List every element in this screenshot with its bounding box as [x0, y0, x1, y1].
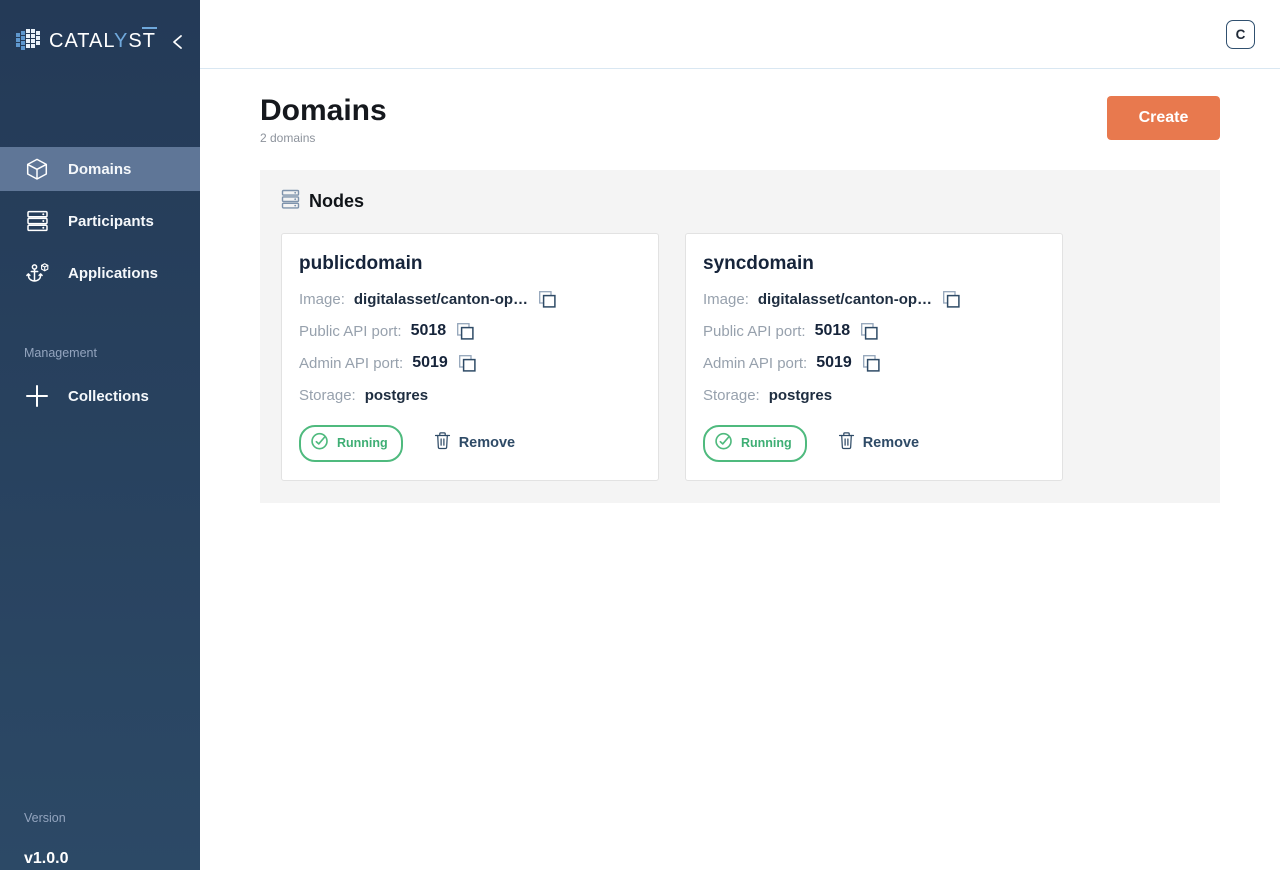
admin-api-value: 5019: [412, 354, 448, 372]
copy-icon[interactable]: [862, 354, 881, 373]
card-footer: Running: [703, 425, 1045, 462]
node-cards: publicdomain Image: digitalasset/canton-…: [281, 233, 1199, 481]
main-area: C Domains 2 domains Create: [200, 0, 1280, 870]
public-api-row: Public API port: 5018: [299, 321, 641, 342]
trash-icon: [434, 431, 451, 455]
management-section-label: Management: [24, 346, 200, 360]
node-title: syncdomain: [703, 253, 1045, 275]
sidebar-item-label: Participants: [68, 213, 154, 230]
domain-count: 2 domains: [260, 131, 387, 145]
sidebar-nav: Domains Participants: [0, 147, 200, 426]
trash-icon: [838, 431, 855, 455]
image-row: Image: digitalasset/canton-op…: [703, 289, 1045, 310]
copy-icon[interactable]: [538, 290, 557, 309]
copy-icon[interactable]: [860, 322, 879, 341]
copy-icon[interactable]: [456, 322, 475, 341]
user-avatar-button[interactable]: C: [1226, 20, 1255, 49]
public-api-row: Public API port: 5018: [703, 321, 1045, 342]
copy-icon[interactable]: [942, 290, 961, 309]
plus-icon: [23, 383, 51, 409]
sidebar-item-collections[interactable]: Collections: [0, 374, 200, 418]
version-block: Version v1.0.0: [0, 811, 200, 870]
cube-icon: [23, 157, 51, 182]
content: Domains 2 domains Create: [200, 69, 1280, 503]
page-title: Domains: [260, 95, 387, 127]
image-row: Image: digitalasset/canton-op…: [299, 289, 641, 310]
catalyst-cube-logo-icon: [15, 25, 42, 57]
page-header: Domains 2 domains Create: [260, 95, 1220, 145]
remove-button[interactable]: Remove: [838, 431, 919, 455]
admin-api-label: Admin API port:: [299, 355, 403, 372]
nodes-header: Nodes: [281, 189, 1199, 215]
sidebar-item-label: Collections: [68, 388, 149, 405]
card-footer: Running: [299, 425, 641, 462]
topbar: C: [200, 0, 1280, 69]
sidebar-item-participants[interactable]: Participants: [0, 199, 200, 243]
create-button[interactable]: Create: [1107, 96, 1220, 140]
app-window: CATALYST Domains: [0, 0, 1280, 870]
anchor-cube-icon: [23, 261, 51, 286]
admin-api-label: Admin API port:: [703, 355, 807, 372]
sidebar-item-label: Domains: [68, 161, 131, 178]
storage-row: Storage: postgres: [299, 385, 641, 406]
logo: CATALYST: [0, 0, 200, 57]
node-card-syncdomain: syncdomain Image: digitalasset/canton-op…: [685, 233, 1063, 481]
version-label: Version: [24, 811, 200, 825]
server-stack-icon: [23, 209, 51, 233]
image-label: Image:: [703, 291, 749, 308]
check-circle-icon: [714, 431, 734, 456]
sidebar-item-applications[interactable]: Applications: [0, 251, 200, 295]
sidebar-item-label: Applications: [68, 265, 158, 282]
copy-icon[interactable]: [458, 354, 477, 373]
public-api-value: 5018: [411, 322, 447, 340]
remove-button[interactable]: Remove: [434, 431, 515, 455]
nodes-stack-icon: [281, 189, 300, 215]
image-value: digitalasset/canton-op…: [758, 291, 932, 308]
image-label: Image:: [299, 291, 345, 308]
status-text: Running: [741, 436, 792, 450]
check-circle-icon: [310, 431, 330, 456]
brand-name: CATALYST: [49, 30, 156, 53]
admin-api-row: Admin API port: 5019: [299, 353, 641, 374]
status-badge: Running: [703, 425, 807, 462]
public-api-label: Public API port:: [299, 323, 402, 340]
storage-value: postgres: [769, 387, 832, 404]
public-api-value: 5018: [815, 322, 851, 340]
storage-label: Storage:: [299, 387, 356, 404]
sidebar-collapse-button[interactable]: [171, 30, 190, 52]
version-value: v1.0.0: [24, 850, 200, 868]
nodes-panel: Nodes publicdomain Image: digitalasset/c…: [260, 170, 1220, 503]
storage-value: postgres: [365, 387, 428, 404]
sidebar-item-domains[interactable]: Domains: [0, 147, 200, 191]
storage-row: Storage: postgres: [703, 385, 1045, 406]
node-title: publicdomain: [299, 253, 641, 275]
remove-label: Remove: [863, 435, 919, 451]
admin-api-value: 5019: [816, 354, 852, 372]
image-value: digitalasset/canton-op…: [354, 291, 528, 308]
node-card-publicdomain: publicdomain Image: digitalasset/canton-…: [281, 233, 659, 481]
nodes-section-title: Nodes: [309, 191, 364, 212]
remove-label: Remove: [459, 435, 515, 451]
public-api-label: Public API port:: [703, 323, 806, 340]
status-text: Running: [337, 436, 388, 450]
sidebar: CATALYST Domains: [0, 0, 200, 870]
storage-label: Storage:: [703, 387, 760, 404]
status-badge: Running: [299, 425, 403, 462]
admin-api-row: Admin API port: 5019: [703, 353, 1045, 374]
